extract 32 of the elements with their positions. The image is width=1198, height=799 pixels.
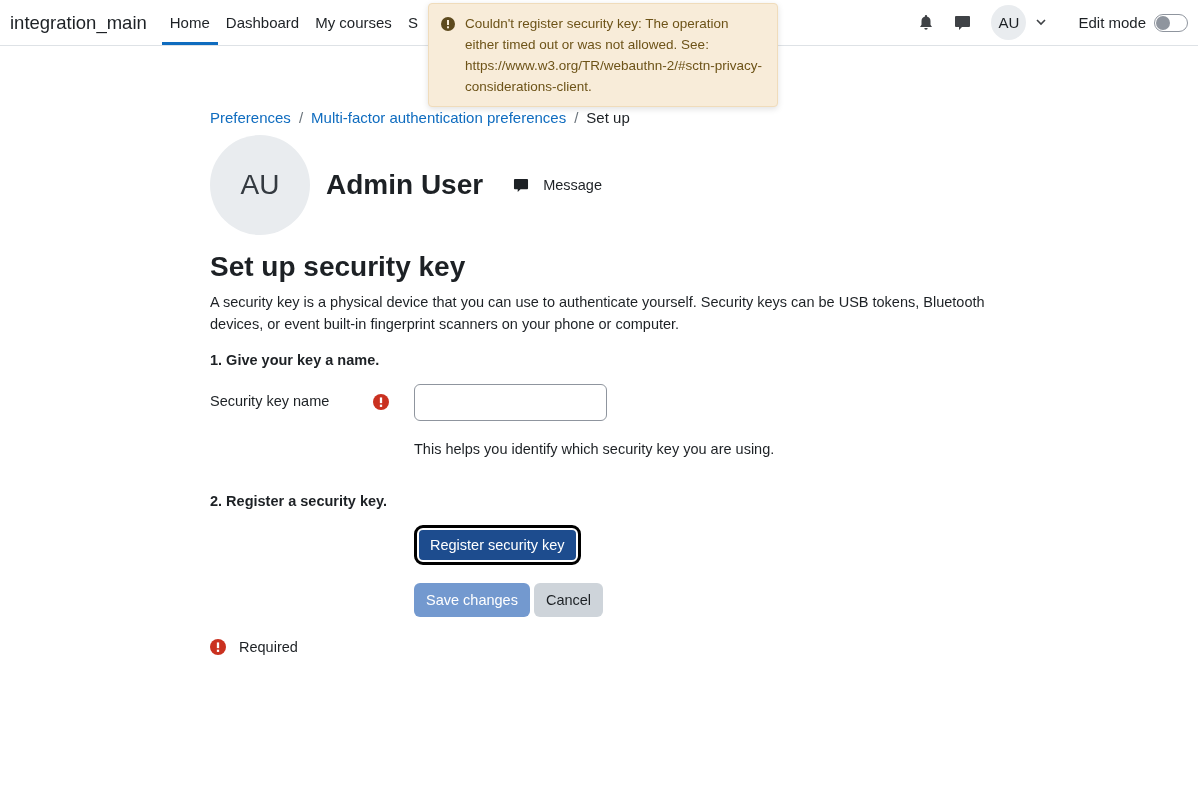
required-legend: Required bbox=[239, 639, 298, 655]
input-field[interactable] bbox=[414, 384, 607, 421]
chat-icon[interactable] bbox=[954, 14, 972, 31]
breadcrumb-link[interactable]: Multi-factor authentication preferences bbox=[311, 109, 567, 126]
page-heading: Set up security key bbox=[210, 251, 467, 283]
site-name[interactable]: integration_main bbox=[10, 11, 147, 34]
edit-mode-label: Edit mode bbox=[1078, 14, 1146, 31]
intro-text: A security key is a physical device that you can use to authenticate yourself. Security keys can be USB tokens, Bluetooth devices, or event built-in fingerprint scanners on your phone or computer. bbox=[210, 293, 986, 334]
help-text: This helps you identify which security key you are using. bbox=[414, 441, 775, 457]
error-message: Couldn't register security key: The operation either timed out or was not allowed. See: https://www.w3.org/TR/webauthn-2/#sctn-privacy-considerations-client. bbox=[465, 15, 764, 96]
breadcrumb-separator: / bbox=[574, 109, 579, 126]
user-avatar[interactable]: AU bbox=[991, 5, 1027, 40]
bell-icon[interactable] bbox=[918, 14, 935, 31]
caret-icon[interactable] bbox=[1036, 19, 1047, 26]
user-avatar: AU bbox=[210, 135, 310, 235]
user-name: Admin User bbox=[326, 169, 484, 201]
register-button[interactable]: Register security key bbox=[417, 528, 578, 562]
message-link[interactable]: Message bbox=[513, 177, 602, 193]
breadcrumb-current: Set up bbox=[586, 109, 630, 126]
step-heading: 2. Register a security key. bbox=[210, 493, 389, 509]
breadcrumb-separator: / bbox=[298, 109, 304, 126]
step-heading: 1. Give your key a name. bbox=[210, 352, 381, 368]
chat-icon bbox=[513, 177, 530, 193]
breadcrumb-link[interactable]: Preferences bbox=[210, 109, 291, 126]
exclamation-icon bbox=[441, 17, 455, 31]
field-label: Security key name bbox=[210, 393, 330, 409]
required-icon bbox=[210, 639, 226, 655]
cancel-button[interactable]: Cancel bbox=[533, 583, 604, 617]
nav-link[interactable]: Dashboard bbox=[217, 0, 308, 45]
nav-link[interactable]: My courses bbox=[307, 0, 400, 45]
nav-link[interactable]: Home bbox=[161, 0, 218, 45]
nav-link[interactable]: S bbox=[399, 0, 426, 45]
